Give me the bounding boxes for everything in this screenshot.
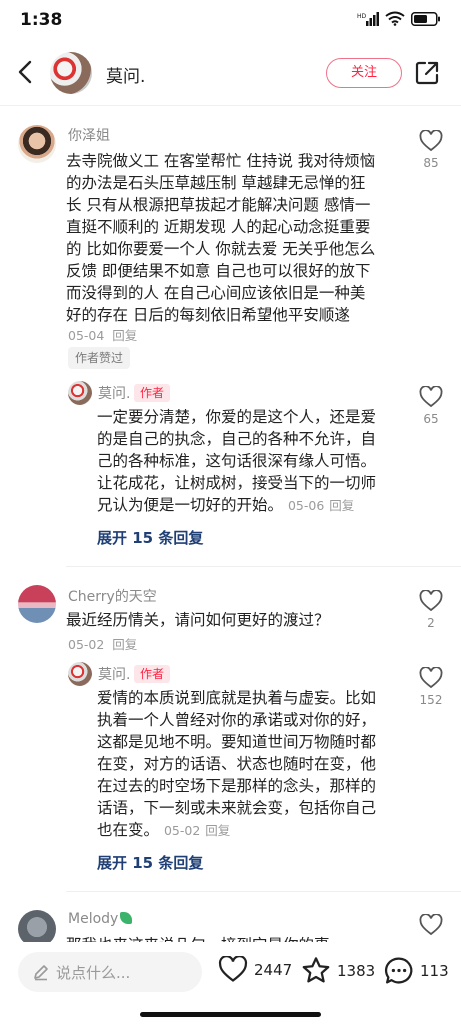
heart-icon — [419, 667, 443, 689]
expand-replies-link[interactable]: 展开 15 条回复 — [97, 852, 203, 873]
like-button[interactable]: 85 — [416, 130, 446, 170]
like-count: 65 — [423, 412, 439, 426]
reply-link[interactable]: 回复 — [112, 328, 137, 343]
comment-date: 05-02 — [68, 637, 105, 652]
comment-meta: 05-02 回复 — [68, 634, 137, 653]
reply-line: 话语，下一刻或未来就会变，包括你自己 — [97, 799, 377, 817]
share-button[interactable] — [414, 60, 440, 86]
comment-line: 去寺院做义工 在客堂帮忙 住持说 我对待烦恼 — [66, 152, 376, 170]
like-count: 2 — [427, 616, 435, 630]
like-button[interactable]: 152 — [416, 667, 446, 707]
reply-text[interactable]: 爱情的本质说到底就是执着与虚妄。比如 执着一个人曾经对你的承诺或对你的好， 这都… — [97, 687, 403, 842]
comment-input[interactable]: 说点什么... — [18, 952, 202, 992]
commenter-name[interactable]: Melody — [68, 911, 133, 927]
reply-date: 05-02 — [163, 823, 201, 838]
reply-link[interactable]: 回复 — [205, 823, 230, 838]
comment-meta: 05-04 回复 — [68, 325, 137, 344]
status-icons: HD — [357, 11, 441, 26]
like-post-button[interactable]: 2447 — [218, 956, 292, 983]
comment-input-placeholder: 说点什么... — [56, 964, 131, 982]
comment-line: 长 只有从根源把草拔起才能解决问题 感情一 — [66, 196, 371, 214]
home-indicator[interactable] — [140, 1012, 321, 1017]
favorite-button[interactable]: 1383 — [301, 956, 375, 985]
heart-icon — [218, 956, 248, 982]
reply-author-name[interactable]: 莫问. — [98, 664, 130, 684]
comment-line: 反馈 即便结果不如意 自己也可以很好的放下 — [66, 262, 371, 280]
comment-line: 最近经历情关，请问如何更好的渡过？ — [66, 611, 330, 629]
favorite-count: 1383 — [337, 961, 376, 980]
chevron-left-icon — [18, 60, 32, 84]
reply-line: 这都是见地不明。要知道世间万物随时都 — [97, 733, 377, 751]
follow-button[interactable]: 关注 — [326, 58, 402, 88]
svg-text:HD: HD — [357, 13, 367, 20]
like-button[interactable]: 65 — [416, 386, 446, 426]
reply-line: 一定要分清楚，你爱的是这个人，还是爱 — [97, 408, 377, 426]
author-liked-badge: 作者赞过 — [68, 347, 131, 369]
reply-line: 兄认为便是一切好的开始。 — [97, 496, 284, 514]
comment-line: 而没得到的人 在自己心间应该依旧是一种美 — [66, 284, 366, 302]
like-count: 152 — [419, 693, 443, 707]
reply-line: 在过去的时空场下是那样的念头，那样的 — [97, 777, 377, 795]
comment-date: 05-04 — [68, 328, 105, 343]
comment-count: 113 — [420, 961, 449, 980]
reply-avatar[interactable] — [68, 662, 92, 686]
reply-line: 在变，对方的话语、状态也随时在变，他 — [97, 755, 377, 773]
reply-avatar[interactable] — [68, 381, 92, 405]
comment-divider — [66, 891, 461, 892]
comment-bubble-icon — [384, 957, 413, 984]
heart-icon — [419, 590, 443, 612]
comment-text[interactable]: 去寺院做义工 在客堂帮忙 住持说 我对待烦恼 的办法是石头压草越压制 草越肆无忌… — [66, 150, 406, 326]
reply-line: 也在变。 — [97, 821, 160, 839]
post-like-count: 2447 — [254, 960, 293, 979]
reply-link[interactable]: 回复 — [329, 498, 354, 513]
reply-line: 爱情的本质说到底就是执着与虚妄。比如 — [97, 689, 377, 707]
back-button[interactable] — [12, 58, 40, 86]
bottom-action-bar: 说点什么... 2447 1383 113 — [0, 942, 461, 1024]
heart-icon — [419, 130, 443, 152]
comment-text[interactable]: 最近经历情关，请问如何更好的渡过？ — [66, 609, 406, 631]
like-button[interactable] — [416, 914, 446, 936]
comment-line: 的办法是石头压草越压制 草越肆无忌惮的狂 — [66, 174, 366, 192]
comment-line: 直挺不顺利的 近期发现 人的起心动念挺重要 — [66, 218, 371, 236]
reply-text[interactable]: 一定要分清楚，你爱的是这个人，还是爱 的是自己的执念，自己的各种不允许，自 己的… — [97, 406, 403, 517]
star-icon — [302, 957, 330, 983]
reply-line: 让花成花，让树成树，接受当下的一切师 — [97, 474, 377, 492]
wifi-icon — [385, 11, 405, 26]
commenter-name[interactable]: Cherry的天空 — [68, 586, 157, 606]
reply-line: 己的各种标准，这句话很深有缘人可悟。 — [97, 452, 377, 470]
comment-text-partial[interactable]: 那我也来这来说几句，接到它是你的事 — [66, 934, 406, 942]
share-icon — [415, 61, 439, 85]
author-name[interactable]: 莫问. — [106, 62, 145, 87]
reply-date: 05-06 — [287, 498, 325, 513]
commenter-name[interactable]: 你泽姐 — [68, 125, 110, 145]
reply-line: 执着一个人曾经对你的承诺或对你的好， — [97, 711, 377, 729]
like-button[interactable]: 2 — [416, 590, 446, 630]
signal-icon: HD — [357, 11, 379, 26]
pencil-icon — [34, 965, 48, 981]
comment-divider — [66, 566, 461, 567]
status-time: 1:38 — [20, 10, 63, 30]
like-count: 85 — [423, 156, 439, 170]
reply-author-name[interactable]: 莫问. — [98, 383, 130, 403]
heart-icon — [419, 914, 443, 936]
header: 莫问. 关注 — [0, 40, 461, 106]
author-tag: 作者 — [134, 665, 171, 683]
commenter-avatar[interactable] — [18, 585, 56, 623]
author-tag: 作者 — [134, 384, 171, 402]
expand-replies-link[interactable]: 展开 15 条回复 — [97, 527, 203, 548]
reply-line: 的是自己的执念，自己的各种不允许，自 — [97, 430, 377, 448]
reply-link[interactable]: 回复 — [112, 637, 137, 652]
leaf-emoji-icon — [120, 912, 133, 924]
status-bar: 1:38 HD — [0, 0, 461, 40]
comment-line: 好的存在 日后的每刻依旧希望他平安顺遂 — [66, 306, 350, 324]
comment-line: 的 比如你要爱一个人 你就去爱 无关乎他怎么 — [66, 240, 376, 258]
author-avatar[interactable] — [50, 52, 92, 94]
battery-icon — [411, 11, 440, 26]
commenter-name-text: Melody — [68, 911, 119, 927]
heart-icon — [419, 386, 443, 408]
comment-button[interactable]: 113 — [384, 956, 449, 985]
comment-line: 那我也来这来说几句，接到它是你的事 — [66, 934, 406, 942]
commenter-avatar[interactable] — [18, 125, 56, 163]
